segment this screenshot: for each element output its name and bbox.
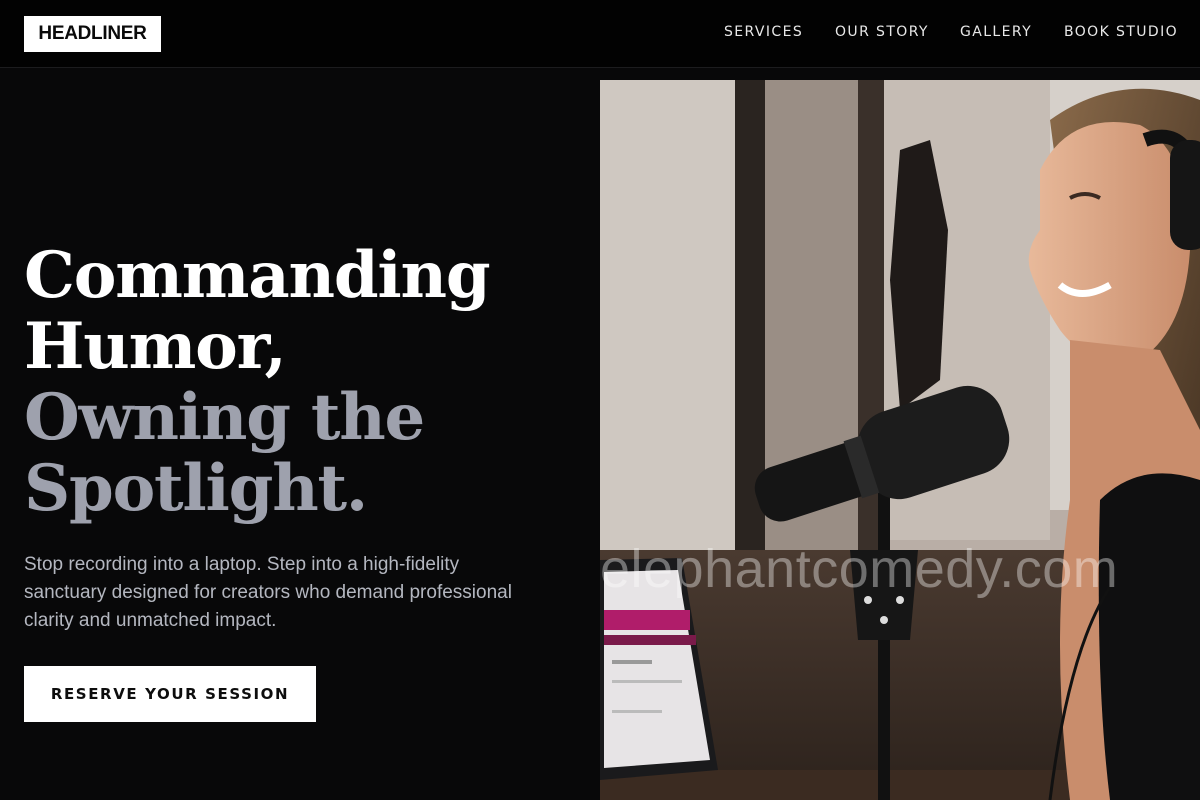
- nav-book-studio[interactable]: BOOK STUDIO: [1064, 24, 1178, 40]
- hero-title-line-2: Humor,: [24, 309, 287, 384]
- nav-our-story[interactable]: OUR STORY: [835, 24, 929, 40]
- hero-description: Stop recording into a laptop. Step into …: [24, 554, 512, 631]
- podcast-woman-microphone-photo-icon: [600, 80, 1200, 800]
- nav-services[interactable]: SERVICES: [724, 24, 803, 40]
- nav-gallery[interactable]: GALLERY: [960, 24, 1032, 40]
- site-header: HEADLINER SERVICES OUR STORY GALLERY BOO…: [0, 0, 1200, 68]
- hero-title-line-1: Commanding: [24, 238, 491, 313]
- logo[interactable]: HEADLINER: [24, 16, 161, 52]
- reserve-session-button[interactable]: RESERVE YOUR SESSION: [24, 666, 316, 722]
- hero-title-accent-line-2: Spotlight.: [24, 451, 368, 526]
- watermark: elephantcomedy.com: [600, 539, 1119, 599]
- hero-title-accent-line-1: Owning the: [24, 380, 425, 455]
- hero-photo: elephantcomedy.com: [600, 80, 1200, 800]
- hero-title: Commanding Humor, Owning the Spotlight.: [24, 240, 584, 524]
